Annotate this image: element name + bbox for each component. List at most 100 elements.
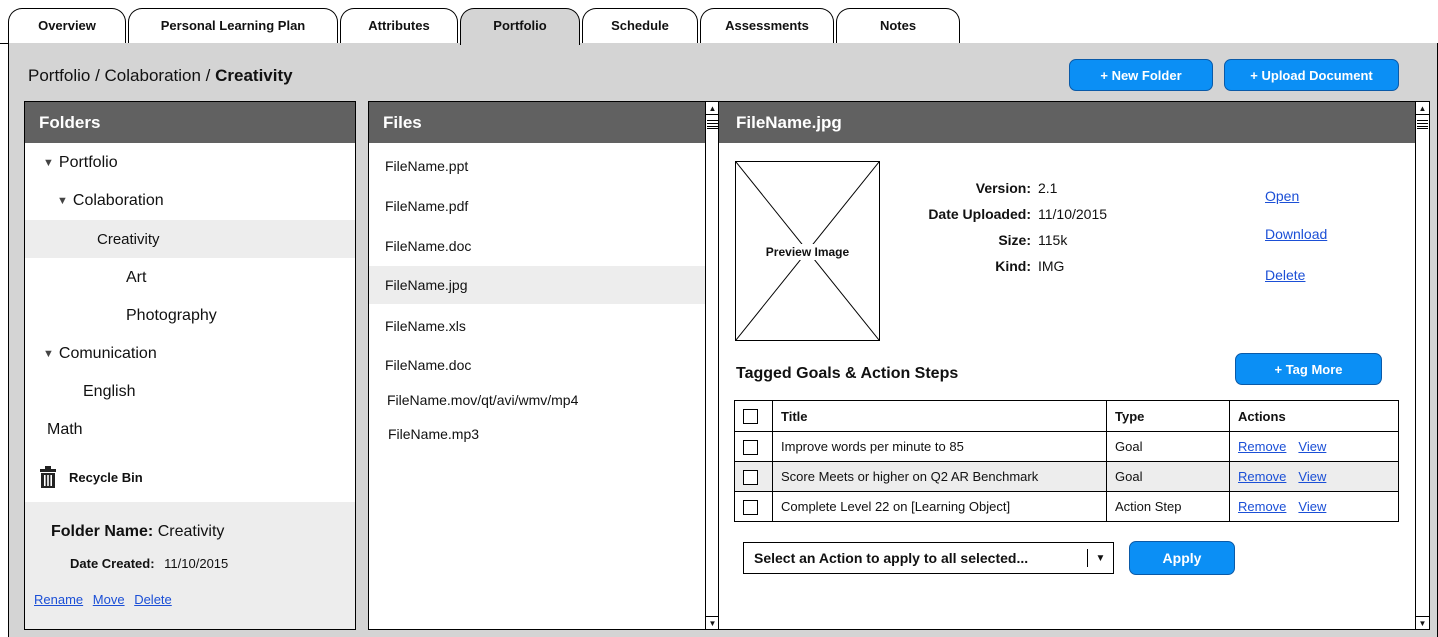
column-header-actions: Actions bbox=[1229, 400, 1399, 432]
version-label: Version: bbox=[975, 180, 1031, 196]
bulk-action-select[interactable]: Select an Action to apply to all selecte… bbox=[743, 542, 1114, 574]
view-link[interactable]: View bbox=[1298, 469, 1326, 484]
delete-folder-link[interactable]: Delete bbox=[134, 592, 172, 607]
row-title: Complete Level 22 on [Learning Object] bbox=[772, 491, 1107, 522]
recycle-bin[interactable]: Recycle Bin bbox=[25, 458, 355, 496]
file-row[interactable]: FileName.doc bbox=[369, 346, 705, 384]
tab-label: Notes bbox=[879, 18, 917, 33]
file-name: FileName.ppt bbox=[385, 158, 469, 174]
upload-document-button[interactable]: + Upload Document bbox=[1224, 59, 1399, 91]
table-row: Complete Level 22 on [Learning Object] A… bbox=[734, 491, 1399, 522]
view-link[interactable]: View bbox=[1298, 439, 1326, 454]
file-name: FileName.jpg bbox=[385, 277, 468, 293]
file-detail-title: FileName.jpg bbox=[719, 102, 1415, 143]
row-title: Score Meets or higher on Q2 AR Benchmark bbox=[772, 461, 1107, 492]
folder-colaboration[interactable]: ▼ Colaboration bbox=[25, 182, 355, 220]
remove-link[interactable]: Remove bbox=[1238, 469, 1286, 484]
file-row[interactable]: FileName.xls bbox=[369, 307, 705, 345]
files-scrollbar[interactable]: ▲ ▼ bbox=[705, 102, 719, 629]
file-row[interactable]: FileName.mp3 bbox=[369, 415, 705, 453]
file-row[interactable]: FileName.mov/qt/avi/wmv/mp4 bbox=[369, 381, 705, 419]
folder-photography[interactable]: Photography bbox=[25, 297, 355, 335]
file-row[interactable]: FileName.ppt bbox=[369, 147, 705, 185]
file-name: FileName.pdf bbox=[385, 198, 469, 214]
tagged-goals-table: Title Type Actions Improve words per min… bbox=[734, 400, 1399, 522]
row-title: Improve words per minute to 85 bbox=[772, 431, 1107, 462]
tab-notes[interactable]: Notes bbox=[836, 8, 960, 44]
file-name: FileName.mp3 bbox=[388, 426, 480, 442]
tab-bar: Overview Personal Learning Plan Attribut… bbox=[0, 0, 1438, 45]
folder-name-row: Folder Name: Creativity bbox=[51, 523, 224, 541]
table-row: Improve words per minute to 85 Goal Remo… bbox=[734, 431, 1399, 462]
breadcrumb: Portfolio / Colaboration / Creativity bbox=[28, 66, 293, 86]
tab-label: Portfolio bbox=[493, 18, 547, 33]
tab-personal-learning-plan[interactable]: Personal Learning Plan bbox=[128, 8, 338, 44]
open-link[interactable]: Open bbox=[1265, 188, 1299, 204]
row-actions: Remove View bbox=[1229, 431, 1399, 462]
folder-portfolio[interactable]: ▼ Portfolio bbox=[25, 144, 355, 182]
expand-arrow-icon[interactable]: ▼ bbox=[43, 348, 54, 360]
folder-info-box: Folder Name: Creativity Date Created: 11… bbox=[25, 502, 355, 629]
scroll-up-icon[interactable]: ▲ bbox=[1416, 102, 1429, 115]
new-folder-button[interactable]: + New Folder bbox=[1069, 59, 1213, 91]
tag-more-button[interactable]: + Tag More bbox=[1235, 353, 1382, 385]
row-actions: Remove View bbox=[1229, 461, 1399, 492]
trash-icon bbox=[40, 466, 56, 488]
date-created-label: Date Created: bbox=[70, 556, 155, 571]
tab-label: Attributes bbox=[368, 18, 430, 33]
folder-creativity[interactable]: Creativity bbox=[25, 220, 355, 258]
tab-attributes[interactable]: Attributes bbox=[340, 8, 458, 44]
kind-value: IMG bbox=[1038, 258, 1065, 274]
file-row[interactable]: FileName.doc bbox=[369, 227, 705, 265]
remove-link[interactable]: Remove bbox=[1238, 499, 1286, 514]
rename-link[interactable]: Rename bbox=[34, 592, 83, 607]
select-all-cell bbox=[734, 400, 773, 432]
folder-math[interactable]: Math bbox=[25, 411, 355, 449]
size-value: 115k bbox=[1038, 232, 1068, 248]
select-all-checkbox[interactable] bbox=[743, 409, 758, 425]
file-row[interactable]: FileName.pdf bbox=[369, 187, 705, 225]
move-link[interactable]: Move bbox=[93, 592, 125, 607]
bulk-action-selected-value: Select an Action to apply to all selecte… bbox=[754, 550, 1029, 566]
folder-english[interactable]: English bbox=[25, 373, 355, 411]
file-row-selected[interactable]: FileName.jpg bbox=[369, 266, 705, 304]
folder-comunication[interactable]: ▼ Comunication bbox=[25, 335, 355, 373]
row-actions: Remove View bbox=[1229, 491, 1399, 522]
download-link[interactable]: Download bbox=[1265, 226, 1327, 242]
folder-art[interactable]: Art bbox=[25, 259, 355, 297]
tab-label: Assessments bbox=[725, 18, 809, 33]
detail-scrollbar[interactable]: ▲ ▼ bbox=[1415, 102, 1429, 629]
folder-label: Math bbox=[47, 421, 83, 438]
scroll-thumb[interactable] bbox=[1417, 120, 1428, 129]
chevron-down-icon[interactable]: ▼ bbox=[1087, 549, 1113, 567]
recycle-bin-label: Recycle Bin bbox=[69, 469, 143, 485]
row-checkbox[interactable] bbox=[743, 499, 758, 515]
tab-portfolio[interactable]: Portfolio bbox=[460, 8, 580, 45]
tab-schedule[interactable]: Schedule bbox=[582, 8, 698, 44]
scroll-thumb[interactable] bbox=[707, 120, 718, 129]
expand-arrow-icon[interactable]: ▼ bbox=[57, 195, 68, 207]
breadcrumb-path[interactable]: Portfolio / Colaboration / bbox=[28, 66, 210, 85]
row-checkbox-cell bbox=[734, 491, 773, 522]
file-detail-panel: FileName.jpg Preview Image Version: 2.1 … bbox=[718, 101, 1430, 630]
scroll-down-icon[interactable]: ▼ bbox=[1416, 616, 1429, 629]
preview-image: Preview Image bbox=[735, 161, 880, 341]
row-checkbox[interactable] bbox=[743, 469, 758, 485]
row-checkbox[interactable] bbox=[743, 439, 758, 455]
folder-label: Portfolio bbox=[58, 154, 118, 171]
view-link[interactable]: View bbox=[1298, 499, 1326, 514]
file-name: FileName.doc bbox=[385, 357, 472, 373]
file-name: FileName.xls bbox=[385, 318, 466, 334]
tab-label: Schedule bbox=[611, 18, 669, 33]
delete-file-link[interactable]: Delete bbox=[1265, 267, 1305, 283]
files-panel: Files FileName.ppt FileName.pdf FileName… bbox=[368, 101, 720, 630]
tab-overview[interactable]: Overview bbox=[8, 8, 126, 44]
folder-label: Art bbox=[126, 269, 147, 286]
expand-arrow-icon[interactable]: ▼ bbox=[43, 157, 54, 169]
date-created-value: 11/10/2015 bbox=[164, 556, 229, 571]
preview-image-label: Preview Image bbox=[763, 244, 852, 260]
apply-button[interactable]: Apply bbox=[1129, 541, 1235, 575]
tab-assessments[interactable]: Assessments bbox=[700, 8, 834, 44]
row-checkbox-cell bbox=[734, 461, 773, 492]
remove-link[interactable]: Remove bbox=[1238, 439, 1286, 454]
